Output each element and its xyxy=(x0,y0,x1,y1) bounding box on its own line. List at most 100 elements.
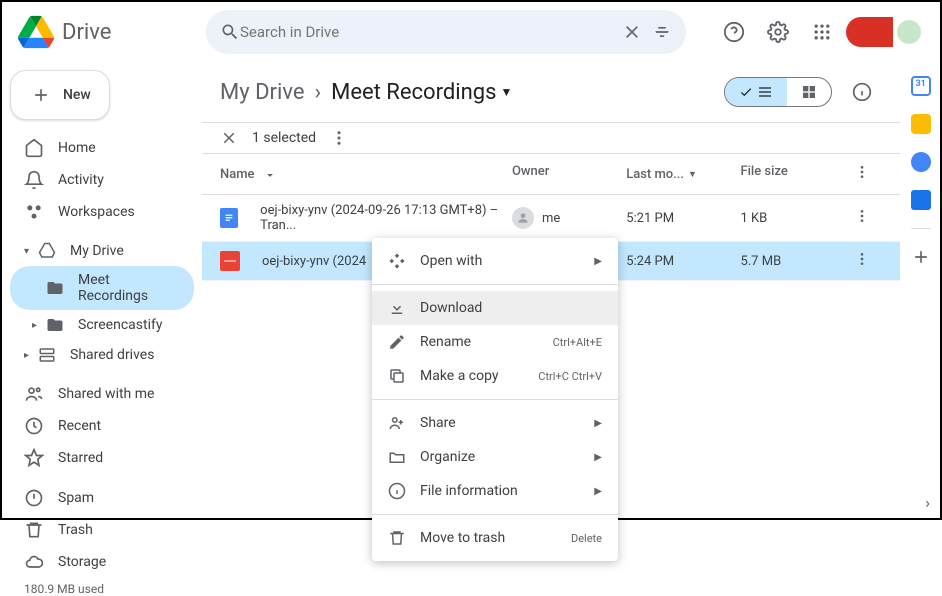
sidebar-item-label: Meet Recordings xyxy=(78,272,180,304)
add-app-icon[interactable] xyxy=(911,247,931,267)
column-size[interactable]: File size xyxy=(740,164,842,184)
sidebar-item-workspaces[interactable]: Workspaces xyxy=(10,196,194,228)
menu-make-copy[interactable]: Make a copyCtrl+C Ctrl+V xyxy=(372,359,618,393)
column-menu[interactable] xyxy=(842,164,882,184)
tasks-app-icon[interactable] xyxy=(911,152,931,172)
menu-download[interactable]: Download xyxy=(372,291,618,325)
list-icon xyxy=(757,84,773,100)
logo-area[interactable]: Drive xyxy=(18,14,198,50)
selection-count: 1 selected xyxy=(252,130,316,146)
contacts-app-icon[interactable] xyxy=(911,190,931,210)
collapse-panel-icon[interactable]: › xyxy=(925,493,930,512)
sidebar-item-activity[interactable]: Activity xyxy=(10,164,194,196)
share-icon xyxy=(388,414,406,432)
menu-label: Download xyxy=(420,300,482,316)
account-switcher[interactable] xyxy=(846,17,924,47)
owner-text: me xyxy=(542,211,560,226)
column-owner[interactable]: Owner xyxy=(512,164,626,184)
sort-down-icon xyxy=(263,167,277,181)
sidebar-item-shared-drives[interactable]: Shared drives xyxy=(10,340,194,370)
size-text: 1 KB xyxy=(740,211,842,226)
avatar-icon xyxy=(512,207,534,229)
spam-icon xyxy=(24,488,44,508)
sidebar-item-trash[interactable]: Trash xyxy=(10,514,194,546)
info-icon xyxy=(388,482,406,500)
more-selection-icon[interactable] xyxy=(330,129,348,147)
menu-file-info[interactable]: File information▶ xyxy=(372,474,618,508)
info-button[interactable] xyxy=(842,72,882,112)
dropdown-caret-icon: ▼ xyxy=(500,85,512,99)
help-button[interactable] xyxy=(714,12,754,52)
view-toggle xyxy=(724,77,832,107)
sidebar-item-label: Activity xyxy=(58,172,104,188)
sidebar-item-storage[interactable]: Storage xyxy=(10,546,194,578)
sidebar-item-label: Spam xyxy=(58,490,94,506)
sidebar-item-spam[interactable]: Spam xyxy=(10,482,194,514)
menu-label: Make a copy xyxy=(420,368,499,384)
selection-bar: 1 selected xyxy=(202,122,900,154)
close-selection-icon[interactable] xyxy=(220,129,238,147)
keep-app-icon[interactable] xyxy=(911,114,931,134)
sidebar-item-label: Storage xyxy=(58,554,106,570)
menu-shortcut: Delete xyxy=(571,532,602,545)
sidebar-item-label: Shared with me xyxy=(58,386,154,402)
table-header: Name Owner Last mo...▼ File size xyxy=(202,154,900,195)
open-with-icon xyxy=(388,252,406,270)
workspaces-icon xyxy=(24,202,44,222)
menu-move-to-trash[interactable]: Move to trashDelete xyxy=(372,521,618,555)
grid-view-button[interactable] xyxy=(787,78,831,106)
table-row[interactable]: oej-bixy-ynv (2024-09-26 17:13 GMT+8) – … xyxy=(202,195,900,242)
column-name[interactable]: Name xyxy=(220,164,512,184)
column-modified[interactable]: Last mo...▼ xyxy=(626,164,740,184)
file-name: oej-bixy-ynv (2024-09-26 17:13 GMT+8) – … xyxy=(260,203,512,233)
sidebar-item-home[interactable]: Home xyxy=(10,132,194,164)
menu-share[interactable]: Share▶ xyxy=(372,406,618,440)
row-menu-button[interactable] xyxy=(842,251,882,271)
menu-label: Share xyxy=(420,415,456,431)
menu-label: File information xyxy=(420,483,518,499)
trash-icon xyxy=(388,529,406,547)
menu-rename[interactable]: RenameCtrl+Alt+E xyxy=(372,325,618,359)
modified-text: 5:21 PM xyxy=(626,211,740,226)
rail-separator xyxy=(911,228,931,229)
calendar-app-icon[interactable]: 31 xyxy=(911,76,931,96)
sidebar-item-shared-with-me[interactable]: Shared with me xyxy=(10,378,194,410)
more-icon xyxy=(854,164,870,180)
more-icon xyxy=(854,251,870,267)
dropdown-caret-icon: ▼ xyxy=(688,169,697,180)
sidebar-item-recent[interactable]: Recent xyxy=(10,410,194,442)
search-bar[interactable] xyxy=(206,10,686,54)
trash-icon xyxy=(24,520,44,540)
menu-label: Organize xyxy=(420,449,475,465)
menu-label: Rename xyxy=(420,334,471,350)
check-icon xyxy=(739,85,753,99)
menu-open-with[interactable]: Open with▶ xyxy=(372,244,618,278)
list-view-button[interactable] xyxy=(725,78,787,106)
search-options-icon[interactable] xyxy=(652,22,672,42)
sidebar-item-label: Starred xyxy=(58,450,103,466)
sidebar-item-meet-recordings[interactable]: Meet Recordings xyxy=(10,266,194,310)
folder-icon xyxy=(46,316,64,334)
menu-organize[interactable]: Organize ▶ xyxy=(372,440,618,474)
apps-button[interactable] xyxy=(802,12,842,52)
submenu-arrow-icon: ▶ xyxy=(594,452,602,463)
breadcrumb-current[interactable]: Meet Recordings▼ xyxy=(331,80,512,105)
new-button[interactable]: New xyxy=(10,70,110,120)
drive-logo-icon xyxy=(18,14,54,50)
context-menu: Open with▶ Download RenameCtrl+Alt+E Mak… xyxy=(372,238,618,561)
more-icon xyxy=(854,208,870,224)
breadcrumb-root[interactable]: My Drive xyxy=(220,80,305,105)
search-input[interactable] xyxy=(240,23,622,41)
sidebar-item-label: Home xyxy=(58,140,96,156)
sidebar-item-screencastify[interactable]: Screencastify xyxy=(10,310,194,340)
sidebar-item-starred[interactable]: Starred xyxy=(10,442,194,474)
side-panel: 31 xyxy=(900,62,940,518)
row-menu-button[interactable] xyxy=(842,208,882,228)
settings-button[interactable] xyxy=(758,12,798,52)
sidebar-item-mydrive[interactable]: My Drive xyxy=(10,236,194,266)
sidebar-item-label: Screencastify xyxy=(78,317,162,333)
breadcrumb: My Drive › Meet Recordings▼ xyxy=(220,80,512,105)
size-text: 5.7 MB xyxy=(740,254,842,269)
drive-title: Drive xyxy=(62,20,111,45)
clear-search-icon[interactable] xyxy=(622,22,642,42)
